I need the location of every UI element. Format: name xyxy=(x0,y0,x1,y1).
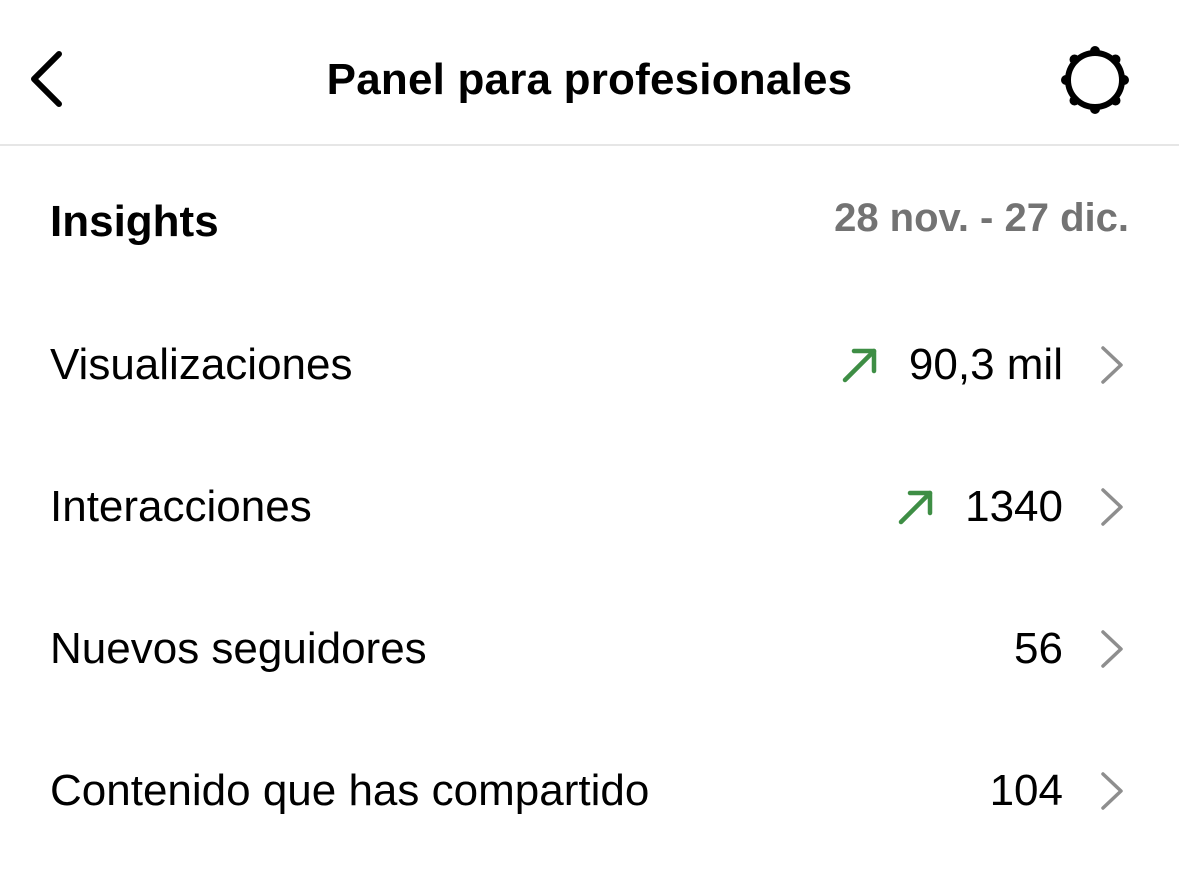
metric-row-interacciones[interactable]: Interacciones 1340 xyxy=(0,436,1179,578)
metric-value-group: 104 xyxy=(990,761,1127,821)
trend-up-arrow-icon xyxy=(839,344,881,386)
metrics-list: Visualizaciones 90,3 mil Interacciones 1… xyxy=(0,294,1179,862)
metric-row-visualizaciones[interactable]: Visualizaciones 90,3 mil xyxy=(0,294,1179,436)
metric-value-group: 1340 xyxy=(895,477,1127,537)
date-range: 28 nov. - 27 dic. xyxy=(834,196,1129,240)
top-navigation-bar: Panel para profesionales xyxy=(0,0,1179,146)
metric-label: Contenido que has compartido xyxy=(50,766,650,815)
metric-value: 56 xyxy=(1014,624,1063,673)
chevron-right-icon xyxy=(1097,343,1127,387)
metric-label: Visualizaciones xyxy=(50,340,353,389)
trend-up-arrow-icon xyxy=(895,486,937,528)
insights-header: Insights 28 nov. - 27 dic. xyxy=(50,190,1129,254)
chevron-right-icon xyxy=(1097,769,1127,813)
settings-button[interactable] xyxy=(1055,40,1135,120)
chevron-right-icon xyxy=(1097,485,1127,529)
insights-title: Insights xyxy=(50,197,219,246)
page-title: Panel para profesionales xyxy=(326,55,853,104)
metric-label: Nuevos seguidores xyxy=(50,624,427,673)
metric-label: Interacciones xyxy=(50,482,312,531)
metric-row-nuevos-seguidores[interactable]: Nuevos seguidores 56 xyxy=(0,578,1179,720)
metric-row-contenido-compartido[interactable]: Contenido que has compartido 104 xyxy=(0,720,1179,862)
metric-value-group: 90,3 mil xyxy=(839,335,1127,395)
metric-value: 104 xyxy=(989,766,1063,815)
metric-value-group: 56 xyxy=(1014,619,1127,679)
chevron-right-icon xyxy=(1097,627,1127,671)
metric-value: 1340 xyxy=(965,482,1063,531)
metric-value: 90,3 mil xyxy=(908,340,1063,389)
gear-icon xyxy=(1061,46,1129,114)
